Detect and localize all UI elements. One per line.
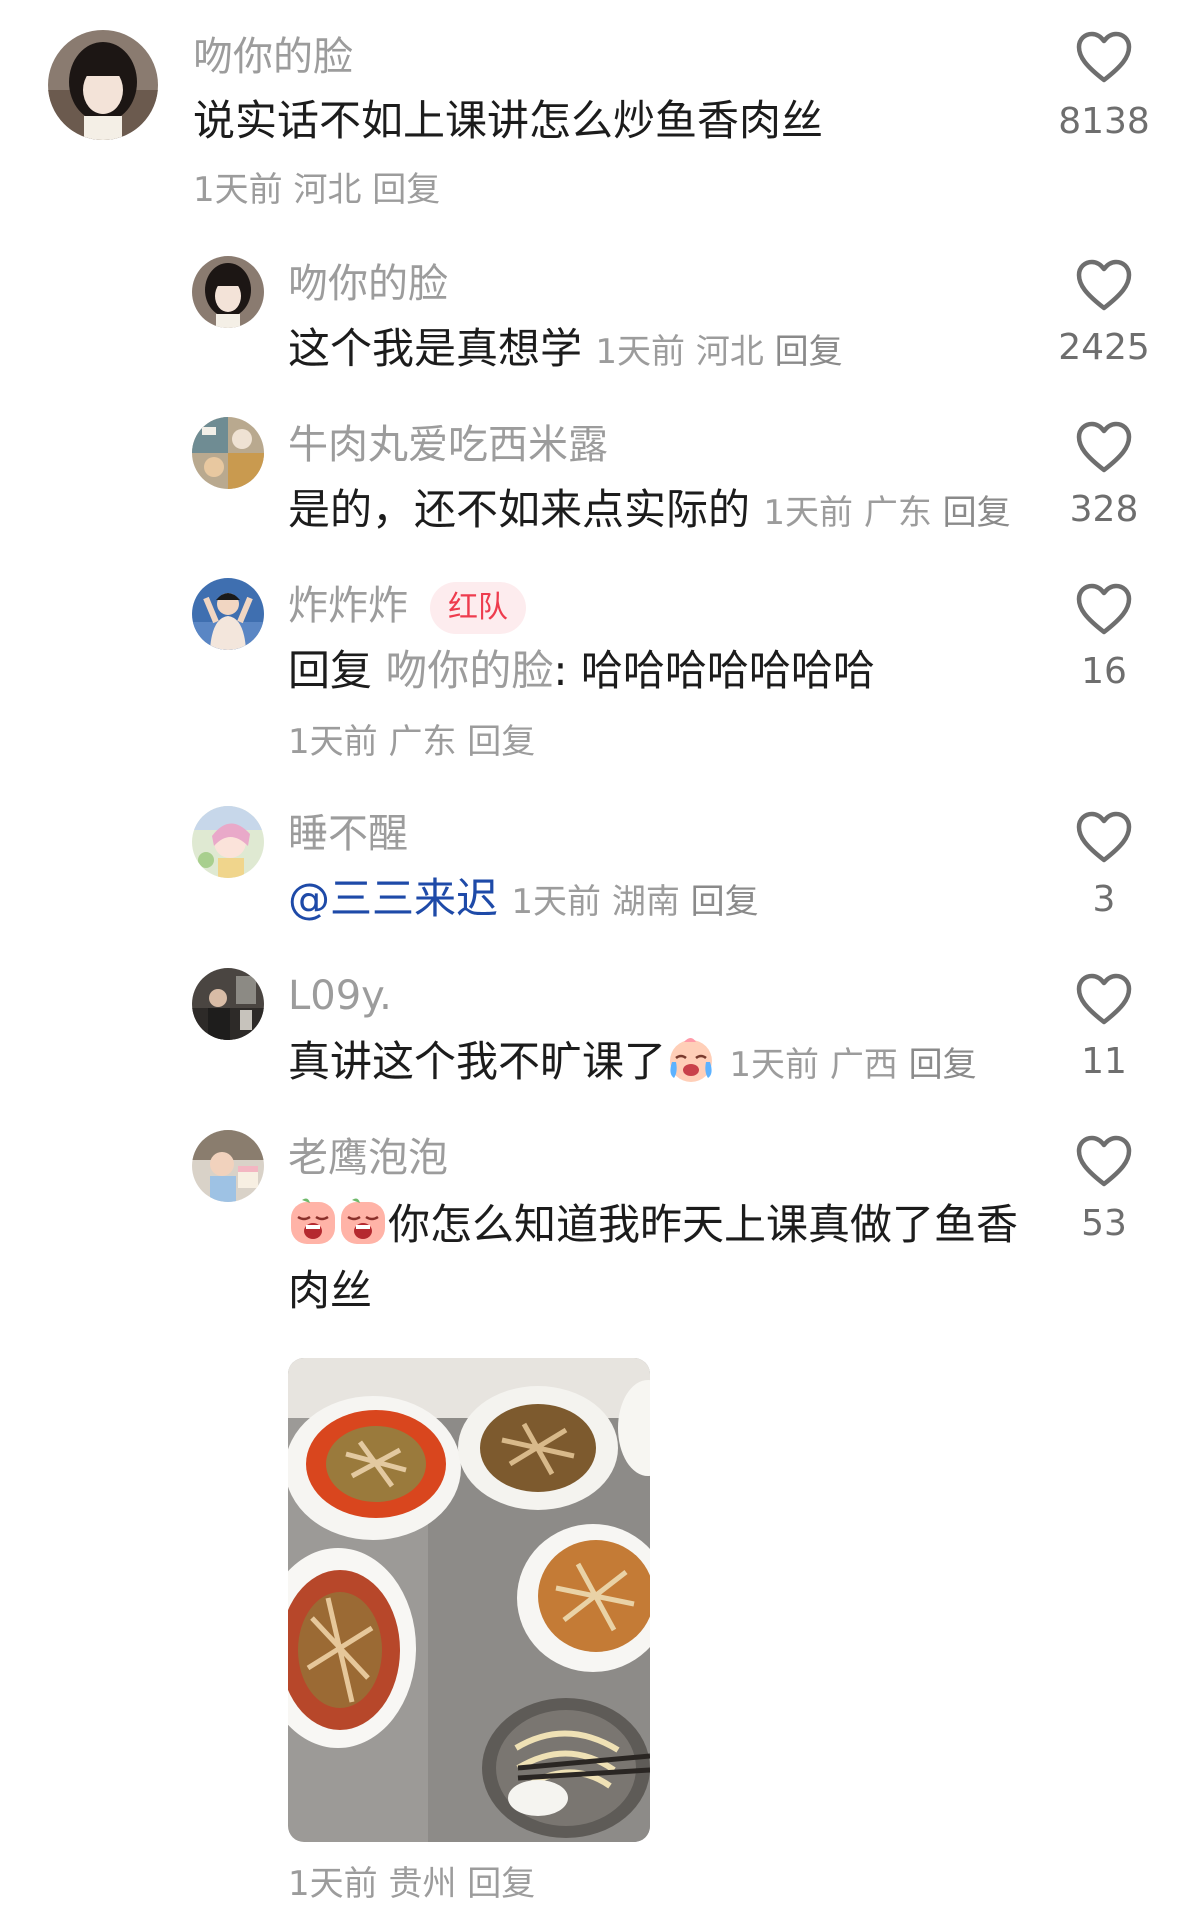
comment-username[interactable]: 牛肉丸爱吃西米露: [288, 421, 608, 469]
comment-location: 湖南: [611, 882, 680, 922]
crying-laughing-face-emoji-icon: [666, 1034, 716, 1084]
comment-text: 这个我是真想学: [288, 324, 583, 373]
user-avatar[interactable]: [192, 578, 264, 650]
comment-username[interactable]: 老鹰泡泡: [288, 1134, 448, 1182]
comment-text-line: 回复 吻你的脸: 哈哈哈哈哈哈哈: [288, 644, 875, 698]
comment-time: 1天前: [511, 882, 602, 922]
like-heart-icon[interactable]: [1074, 808, 1134, 868]
comment-text: 你怎么知道我昨天上课真做了鱼香肉丝: [288, 1200, 1019, 1315]
like-count: 53: [1081, 1203, 1127, 1244]
comment-text-line: 真讲这个我不旷课了 1天前 广西 回复: [288, 1034, 977, 1092]
crying-face-emoji-icon: [338, 1197, 388, 1247]
comment-username[interactable]: 炸炸炸: [288, 582, 408, 630]
like-count: 3: [1092, 879, 1116, 920]
comment-location: 河北: [293, 170, 362, 210]
comment-username[interactable]: 睡不醒: [288, 810, 408, 858]
comment-location: 广东: [388, 722, 457, 762]
like-heart-icon[interactable]: [1074, 580, 1134, 640]
comment-username[interactable]: 吻你的脸: [288, 260, 448, 308]
user-avatar[interactable]: [192, 968, 264, 1040]
comment-time: 1天前: [729, 1045, 820, 1085]
reply-button[interactable]: 回复: [467, 1864, 535, 1904]
reply-prefix: 回复: [288, 646, 373, 695]
comment-username[interactable]: 吻你的脸: [193, 33, 353, 81]
comment-text: 是的，还不如来点实际的: [288, 485, 751, 534]
comment-text: : 哈哈哈哈哈哈哈: [553, 646, 875, 695]
like-count: 11: [1081, 1041, 1127, 1082]
like-heart-icon[interactable]: [1074, 256, 1134, 316]
comment-text-line: @三三来迟 1天前 湖南 回复: [288, 872, 759, 929]
comment-meta: 1天前 贵州 回复: [288, 1862, 535, 1906]
comment-time: 1天前: [763, 493, 854, 533]
reply-to-username[interactable]: 吻你的脸: [385, 646, 553, 695]
user-avatar[interactable]: [48, 30, 158, 140]
reply-button[interactable]: 回复: [909, 1045, 977, 1085]
comment-image-shredded-pork-dishes[interactable]: [288, 1358, 650, 1842]
like-count: 8138: [1058, 101, 1150, 142]
user-avatar[interactable]: [192, 806, 264, 878]
comment-time: 1天前: [288, 1864, 378, 1904]
reply-button[interactable]: 回复: [775, 332, 843, 372]
comment-meta: 1天前 河北 回复: [193, 168, 440, 212]
comment-text: 说实话不如上课讲怎么炒鱼香肉丝: [193, 96, 824, 145]
comment-text-line: 这个我是真想学 1天前 河北 回复: [288, 322, 843, 379]
like-heart-icon[interactable]: [1074, 1132, 1134, 1192]
like-count: 328: [1069, 489, 1139, 530]
comment-location: 河北: [695, 332, 764, 372]
comment-meta: 1天前 广东 回复: [288, 720, 535, 764]
like-heart-icon[interactable]: [1074, 28, 1134, 88]
like-count: 2425: [1058, 327, 1150, 368]
comment-time: 1天前: [595, 332, 686, 372]
comment-username[interactable]: L09y.: [288, 972, 392, 1020]
reply-button[interactable]: 回复: [943, 493, 1011, 533]
reply-button[interactable]: 回复: [372, 170, 440, 210]
crying-face-emoji-icon: [288, 1197, 338, 1247]
like-count: 16: [1081, 651, 1127, 692]
user-avatar[interactable]: [192, 256, 264, 328]
mention-link[interactable]: @三三来迟: [288, 874, 498, 923]
comment-text: 真讲这个我不旷课了: [288, 1037, 667, 1086]
comment-text-line: 你怎么知道我昨天上课真做了鱼香肉丝: [288, 1192, 1028, 1324]
comment-location: 广西: [829, 1045, 898, 1085]
comment-time: 1天前: [288, 722, 378, 762]
comment-time: 1天前: [193, 170, 283, 210]
user-avatar[interactable]: [192, 417, 264, 489]
reply-button[interactable]: 回复: [467, 722, 535, 762]
team-badge: 红队: [430, 582, 526, 634]
like-heart-icon[interactable]: [1074, 418, 1134, 478]
comment-text-line: 是的，还不如来点实际的 1天前 广东 回复: [288, 483, 1011, 540]
comment-location: 贵州: [388, 1864, 457, 1904]
comment-location: 广东: [863, 493, 932, 533]
user-avatar[interactable]: [192, 1130, 264, 1202]
reply-button[interactable]: 回复: [691, 882, 759, 922]
like-heart-icon[interactable]: [1074, 970, 1134, 1030]
